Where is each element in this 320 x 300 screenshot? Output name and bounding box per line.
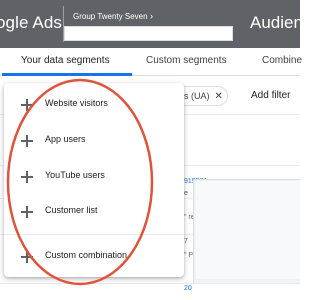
menu-item-app-users[interactable]: App users — [4, 129, 184, 159]
row-divider — [0, 283, 300, 284]
table-cell: 7 — [184, 238, 188, 245]
plus-icon — [21, 99, 33, 111]
menu-divider — [4, 234, 184, 235]
segment-tabs: Your data segments Custom segments Combi… — [0, 48, 302, 76]
account-name[interactable]: Group Twenty Seven — [73, 12, 148, 21]
menu-item-custom-combination[interactable]: Custom combination — [4, 245, 184, 275]
chevron-right-icon[interactable]: › — [150, 11, 153, 21]
tab-your-data-segments[interactable]: Your data segments — [21, 55, 110, 66]
add-filter-button[interactable]: Add filter — [251, 90, 290, 101]
app-logo-text[interactable]: ogle Ads — [0, 13, 62, 33]
menu-item-website-visitors[interactable]: Website visitors — [4, 93, 184, 123]
top-app-bar: ogle Ads Group Twenty Seven › Audienc — [0, 0, 311, 48]
table-cell[interactable]: 20 — [184, 285, 192, 292]
account-id-redacted — [64, 26, 233, 41]
menu-item-label: Custom combination — [45, 250, 128, 260]
menu-item-label: App users — [45, 134, 86, 144]
menu-item-customer-list[interactable]: Customer list — [4, 200, 184, 230]
redacted-inner — [196, 181, 300, 279]
plus-icon — [21, 171, 33, 183]
add-segment-menu: Website visitors App users YouTube users… — [4, 83, 184, 277]
tab-combined-segments[interactable]: Combine — [262, 55, 302, 66]
plus-icon — [21, 251, 33, 263]
plus-icon — [21, 135, 33, 147]
menu-item-label: Customer list — [45, 205, 98, 215]
tab-custom-segments[interactable]: Custom segments — [146, 55, 227, 66]
table-cell: " P — [184, 252, 194, 259]
menu-item-youtube-users[interactable]: YouTube users — [4, 165, 184, 195]
menu-item-label: YouTube users — [45, 170, 105, 180]
close-icon[interactable]: ✕ — [215, 91, 223, 102]
active-tab-indicator — [2, 73, 132, 76]
menu-item-label: Website visitors — [45, 98, 108, 108]
table-cell: e — [184, 190, 188, 197]
plus-icon — [21, 206, 33, 218]
page-title: Audienc — [250, 13, 312, 32]
